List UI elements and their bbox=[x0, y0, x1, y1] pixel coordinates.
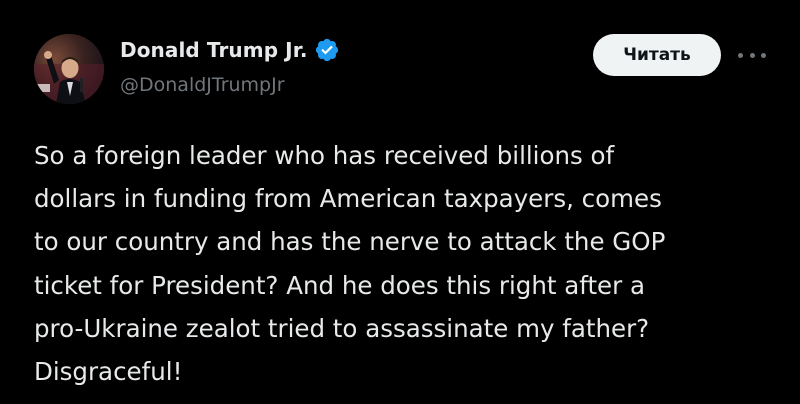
read-button[interactable]: Читать bbox=[593, 34, 721, 76]
more-dot bbox=[761, 52, 766, 58]
tweet-text-line: pro-Ukraine zealot tried to assassinate … bbox=[34, 313, 650, 343]
tweet-text-line: to our country and has the nerve to atta… bbox=[34, 227, 666, 257]
more-dot bbox=[749, 52, 755, 58]
more-dot bbox=[738, 52, 743, 58]
verified-badge-icon[interactable] bbox=[314, 37, 340, 63]
profile-photo-icon bbox=[34, 34, 104, 104]
avatar[interactable] bbox=[34, 34, 104, 104]
more-horizontal-icon[interactable] bbox=[738, 46, 766, 64]
author-display-name[interactable]: Donald Trump Jr. bbox=[120, 38, 308, 62]
tweet-text-line: Disgraceful! bbox=[34, 357, 183, 387]
tweet-card: Donald Trump Jr. @DonaldJTrumpJr Читать … bbox=[0, 0, 800, 404]
author-handle[interactable]: @DonaldJTrumpJr bbox=[120, 74, 285, 96]
tweet-body: So a foreign leader who has received bil… bbox=[34, 134, 774, 393]
author-name-row: Donald Trump Jr. bbox=[120, 36, 340, 64]
tweet-text-line: ticket for President? And he does this r… bbox=[34, 270, 646, 300]
tweet-text-line: dollars in funding from American taxpaye… bbox=[34, 184, 662, 214]
tweet-text-line: So a foreign leader who has received bil… bbox=[34, 141, 615, 170]
